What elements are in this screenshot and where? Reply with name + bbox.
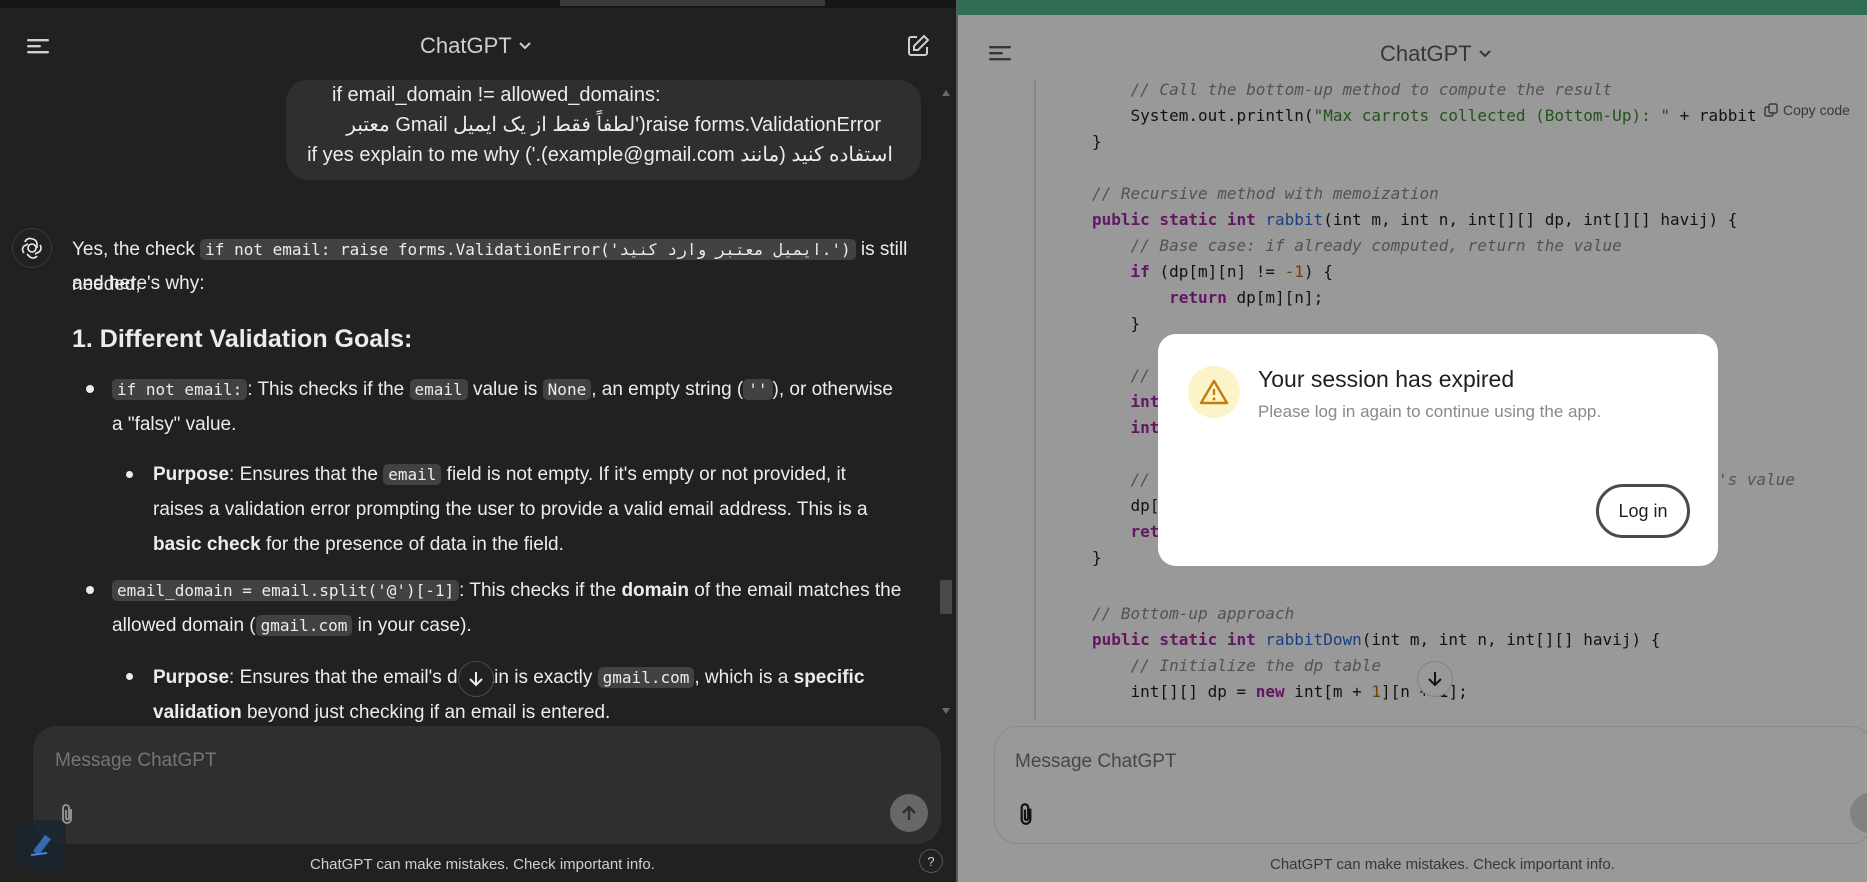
list-item-line: allowed domain (gmail.com in your case). xyxy=(112,608,956,643)
scroll-down-arrow-icon[interactable] xyxy=(942,708,950,714)
scroll-down-button[interactable] xyxy=(458,661,494,697)
dialog-title: Your session has expired xyxy=(1258,366,1515,392)
bold-text: validation xyxy=(153,702,242,723)
list-item: Purpose: Ensures that the email's d ain i… xyxy=(153,660,956,695)
list-item: email_domain = email.split('@')[-1]: Thi… xyxy=(112,573,956,608)
assistant-avatar xyxy=(12,228,52,268)
answer-intro-line2: and here's why: xyxy=(72,273,205,294)
user-message-line: استفاده کنید (مانند example@gmail.com).'… xyxy=(307,144,893,166)
model-title: ChatGPT xyxy=(420,33,512,58)
user-message-line: if email_domain != allowed_domains: xyxy=(332,84,661,106)
list-item-line: raises a validation error prompting the … xyxy=(153,499,868,520)
bullet-dot xyxy=(126,471,133,478)
bold-text: Purpose xyxy=(153,667,230,688)
warning-icon xyxy=(1199,379,1229,405)
answer-text: : Ensures that the xyxy=(229,464,384,485)
chevron-down-icon xyxy=(518,42,531,50)
answer-text: value is xyxy=(467,379,543,400)
list-item-line: validation beyond just checking if an em… xyxy=(153,695,956,730)
scrollbar-thumb[interactable] xyxy=(940,580,952,614)
scrollbar-track[interactable] xyxy=(940,90,952,715)
arrow-down-icon xyxy=(469,672,483,687)
warning-icon-badge xyxy=(1188,366,1240,418)
bold-text: specific xyxy=(793,667,865,688)
list-item-line: a "falsy" value. xyxy=(112,414,237,435)
inline-code: gmail.com xyxy=(597,667,695,688)
message-input[interactable] xyxy=(55,746,855,776)
message-composer xyxy=(33,726,941,844)
scroll-up-arrow-icon[interactable] xyxy=(942,90,950,96)
send-button[interactable] xyxy=(890,794,928,832)
new-chat-icon[interactable] xyxy=(903,31,933,61)
window-top-strip xyxy=(958,0,1867,15)
floating-app-icon[interactable] xyxy=(18,820,66,868)
left-chat-pane: ChatGPT if email_domain != allowed_domai… xyxy=(0,0,956,882)
user-message-bubble: if email_domain != allowed_domains: rais… xyxy=(286,80,921,180)
answer-heading: 1. Different Validation Goals: xyxy=(72,325,413,353)
list-item-line: basic check for the presence of data in … xyxy=(153,527,956,562)
inline-code: email xyxy=(383,464,442,485)
bold-text: Purpose xyxy=(153,464,230,485)
list-item: Purpose: Ensures that the email field is… xyxy=(153,457,956,492)
openai-logo-icon xyxy=(21,237,42,259)
answer-text: field is not empty. If it's empty or not… xyxy=(441,464,846,485)
window-top-strip xyxy=(0,0,956,8)
list-item: if not email:: This checks if the email … xyxy=(112,372,956,407)
model-selector[interactable]: ChatGPT xyxy=(420,33,532,59)
inline-code: email_domain = email.split('@')[-1] xyxy=(112,580,460,601)
bold-text: basic check xyxy=(153,534,261,555)
answer-text: for the presence of data in the field. xyxy=(260,534,564,555)
user-message-line: raise forms.ValidationError('لطفاً فقط ا… xyxy=(346,114,881,136)
answer-text: beyond just checking if an email is ente… xyxy=(241,702,611,723)
answer-text: : Ensures that the email's d xyxy=(229,667,458,688)
bullet-dot xyxy=(86,385,94,393)
inline-code: gmail.com xyxy=(255,615,353,636)
session-expired-dialog: Your session has expired Please log in a… xyxy=(1158,334,1718,566)
bold-text: domain xyxy=(621,580,689,601)
help-button[interactable]: ? xyxy=(919,849,943,873)
inline-code: if not email: xyxy=(112,379,248,400)
answer-text: Yes, the check xyxy=(72,239,201,260)
footer-disclaimer: ChatGPT can make mistakes. Check importa… xyxy=(310,856,655,873)
answer-text: , an empty string ( xyxy=(591,379,744,400)
answer-text: of the email matches the xyxy=(689,580,902,601)
answer-text: ain is exactly xyxy=(483,667,598,688)
inline-code: email xyxy=(409,379,468,400)
tab-strip-segment xyxy=(560,0,825,6)
right-chat-pane: ChatGPT // Call the bottom-up method to … xyxy=(958,0,1867,882)
inline-code: '' xyxy=(743,379,773,400)
answer-text: ), or otherwise xyxy=(772,379,893,400)
answer-text: , which is a xyxy=(694,667,794,688)
dialog-message: Please log in again to continue using th… xyxy=(1258,402,1602,421)
arrow-up-icon xyxy=(902,805,916,820)
answer-text: : This checks if the xyxy=(459,580,622,601)
answer-text: allowed domain ( xyxy=(112,615,256,636)
inline-code: if not email: raise forms.ValidationErro… xyxy=(200,239,856,260)
log-in-button[interactable]: Log in xyxy=(1596,484,1690,538)
sidebar-toggle-icon[interactable] xyxy=(24,35,52,57)
answer-text: : This checks if the xyxy=(247,379,410,400)
inline-code: None xyxy=(542,379,592,400)
bullet-dot xyxy=(126,673,133,680)
answer-text: in your case). xyxy=(352,615,472,636)
bullet-dot xyxy=(86,586,94,594)
